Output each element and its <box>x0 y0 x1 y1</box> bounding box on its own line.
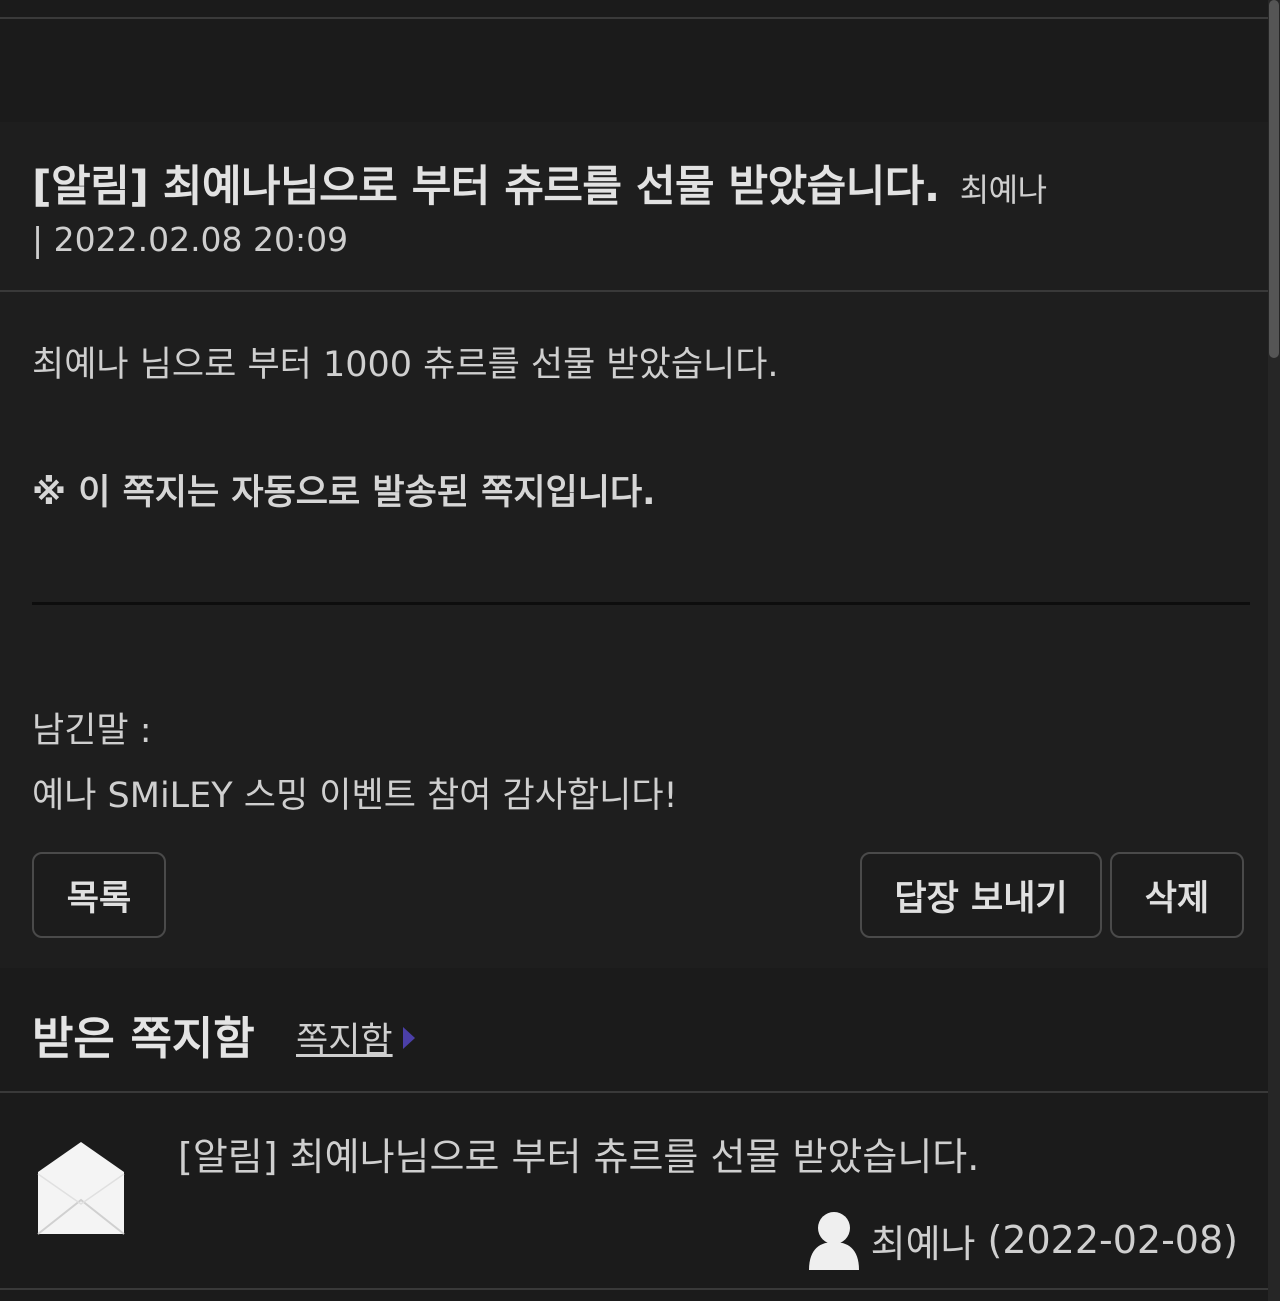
inbox-section: 받은 쪽지함 쪽지함 [알림] 최예나님으로 부터 츄르를 선물 받았습니다. … <box>0 968 1268 1301</box>
delete-button[interactable]: 삭제 <box>1110 852 1244 938</box>
arrow-right-icon <box>402 1026 415 1049</box>
envelope-icon <box>37 1142 125 1235</box>
inbox-bottom-divider <box>0 1288 1268 1290</box>
message-body-text: 최예나 님으로 부터 1000 츄르를 선물 받았습니다. <box>32 345 779 385</box>
reply-button[interactable]: 답장 보내기 <box>860 852 1102 938</box>
inbox-item-meta: 최예나 (2022-02-08) <box>807 1208 1238 1272</box>
content-divider <box>32 602 1250 605</box>
message-title-text: [알림] 최예나님으로 부터 츄르를 선물 받았습니다. <box>32 162 940 212</box>
inbox-item-title[interactable]: [알림] 최예나님으로 부터 츄르를 선물 받았습니다. <box>178 1126 979 1181</box>
inbox-divider <box>0 1091 1268 1093</box>
top-divider <box>0 17 1268 19</box>
scrollbar-thumb[interactable] <box>1269 0 1279 358</box>
inbox-title: 받은 쪽지함 <box>32 1012 255 1065</box>
scrollbar[interactable] <box>1268 0 1280 1301</box>
memo-label: 남긴말 : <box>32 711 152 751</box>
message-sender[interactable]: 최예나 <box>960 171 1047 209</box>
message-title: [알림] 최예나님으로 부터 츄르를 선물 받았습니다. 최예나 <box>32 152 1212 214</box>
inbox-link-label[interactable]: 쪽지함 <box>296 1012 393 1063</box>
user-icon <box>808 1212 859 1270</box>
message-date: | 2022.02.08 20:09 <box>32 220 349 259</box>
list-button[interactable]: 목록 <box>32 852 166 938</box>
inbox-item-date: (2022-02-08) <box>987 1218 1239 1262</box>
memo-text: 예나 SMiLEY 스밍 이벤트 참여 감사합니다! <box>32 776 678 816</box>
message-auto-note: ※ 이 쪽지는 자동으로 발송된 쪽지입니다. <box>32 473 656 513</box>
message-header: [알림] 최예나님으로 부터 츄르를 선물 받았습니다. 최예나 | 2022.0… <box>0 122 1268 292</box>
inbox-item-sender[interactable]: 최예나 <box>871 1213 976 1268</box>
inbox-link[interactable]: 쪽지함 <box>296 1012 415 1063</box>
